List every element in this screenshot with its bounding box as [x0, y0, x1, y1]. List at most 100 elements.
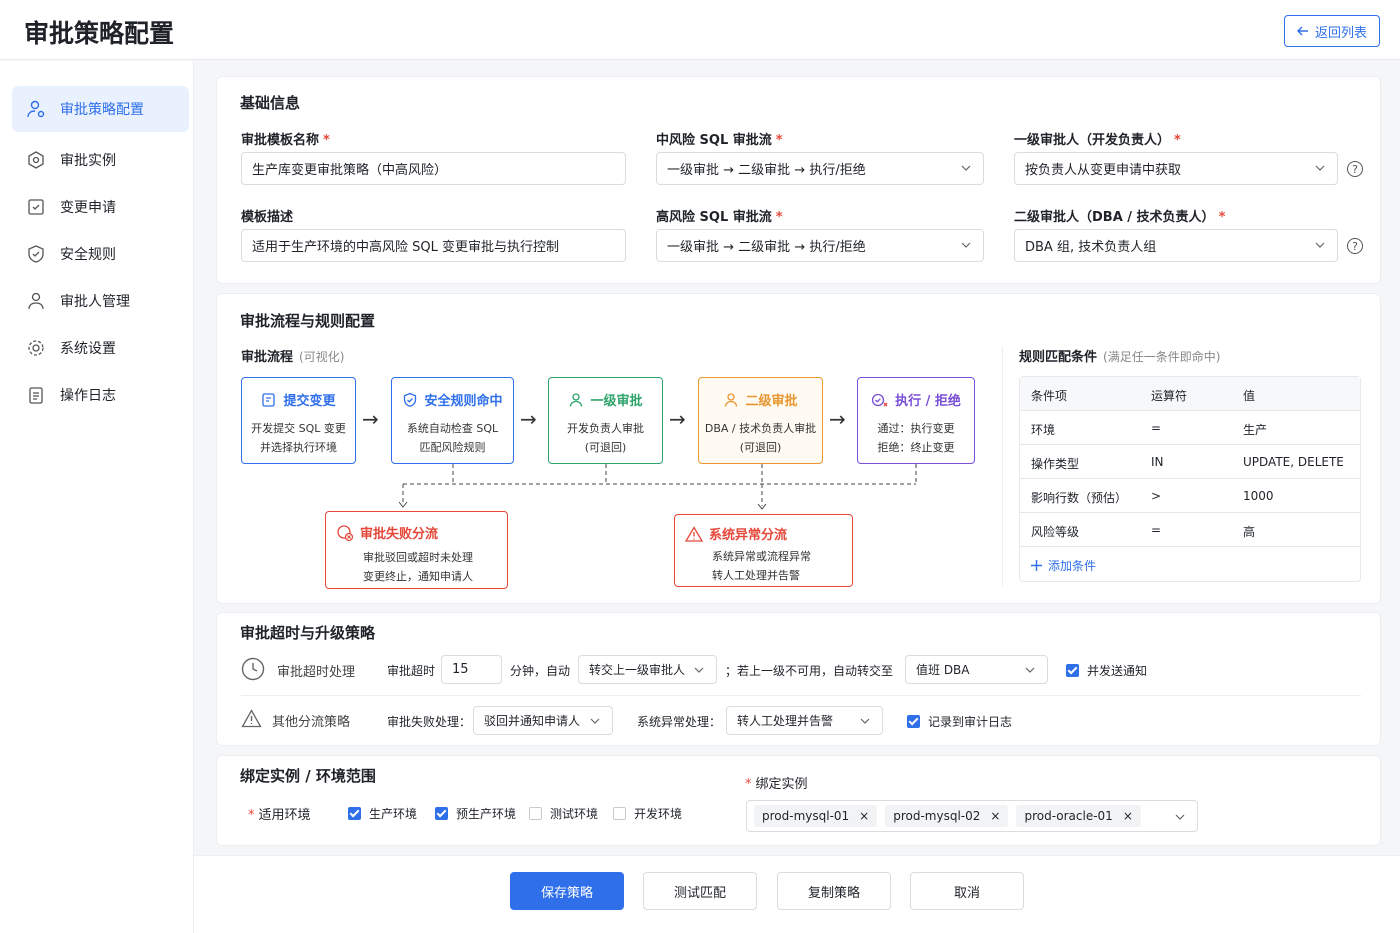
template-desc-textarea[interactable]: 适用于生产环境的中高风险 SQL 变更审批与执行控制: [241, 229, 626, 262]
sidebar-item-label: 变更申请: [60, 200, 116, 216]
chevron-down-icon: [961, 165, 971, 171]
add-condition-button[interactable]: 添加条件: [1031, 557, 1096, 574]
audit-log-checkbox[interactable]: 记录到审计日志: [907, 713, 1012, 730]
env-checkbox-preprod[interactable]: 预生产环境: [435, 805, 516, 822]
clipboard-icon: [29, 387, 43, 404]
shield-icon: [28, 245, 44, 263]
gear-hex-icon: [28, 151, 44, 169]
cancel-button[interactable]: 取消: [910, 872, 1024, 910]
fail-handle-value: 驳回并通知申请人: [484, 714, 581, 728]
timeout-action-value: 转交上一级审批人: [589, 663, 686, 677]
error-handle-value: 转人工处理并告警: [737, 714, 834, 728]
level2-approver-label: 二级审批人（DBA / 技术负责人） *: [1014, 210, 1226, 225]
template-name-input[interactable]: 生产库变更审批策略（中高风险）: [241, 152, 626, 185]
env-checkbox-test[interactable]: 测试环境: [529, 805, 598, 822]
flow-config-card: 审批流程与规则配置 审批流程 (可视化) 提交变更 开发提交 SQL 变更 并选择…: [216, 293, 1381, 604]
rule-operator: IN: [1151, 455, 1164, 469]
env-label: * 适用环境: [248, 808, 311, 823]
timeout-minutes-input[interactable]: 15: [441, 655, 502, 684]
chevron-down-icon: [1175, 814, 1185, 820]
rule-field: 影响行数（预估）: [1031, 491, 1128, 505]
user-settings-icon: [27, 100, 45, 118]
sidebar-item-approval-instances[interactable]: 审批实例: [12, 137, 189, 183]
error-handle-select[interactable]: 转人工处理并告警: [726, 706, 883, 735]
save-policy-button[interactable]: 保存策略: [510, 872, 624, 910]
sidebar-item-security-rules[interactable]: 安全规则: [12, 231, 189, 277]
fail-branch-node[interactable]: 审批失败分流 审批驳回或超时未处理 变更终止，通知申请人: [325, 511, 508, 589]
high-flow-label: 高风险 SQL 审批流 *: [656, 210, 783, 225]
basic-info-title: 基础信息: [240, 94, 301, 112]
level1-approver-select[interactable]: 按负责人从变更申请中获取: [1014, 152, 1338, 185]
sidebar-item-operation-log[interactable]: 操作日志: [12, 372, 189, 418]
table-row[interactable]: 风险等级 = 高: [1020, 513, 1360, 547]
instance-tag-label: prod-mysql-01: [762, 809, 850, 823]
fallback-value: 值班 DBA: [916, 663, 970, 677]
sidebar-item-change-request[interactable]: 变更申请: [12, 184, 189, 230]
fail-branch-desc: 审批驳回或超时未处理: [363, 551, 473, 564]
minutes-auto-text: 分钟，自动: [510, 664, 571, 678]
fallback-text: ；若上一级不可用，自动转交至: [725, 664, 894, 678]
warning-icon: [685, 525, 703, 542]
table-row[interactable]: 操作类型 IN UPDATE, DELETE: [1020, 445, 1360, 479]
close-icon[interactable]: ×: [1123, 809, 1133, 823]
help-icon[interactable]: ?: [1347, 238, 1363, 254]
level2-approver-select[interactable]: DBA 组, 技术负责人组: [1014, 229, 1338, 262]
table-row[interactable]: 环境 = 生产: [1020, 411, 1360, 445]
error-branch-node[interactable]: 系统异常分流 系统异常或流程异常 转人工处理并告警: [674, 514, 853, 587]
instance-tag-label: prod-oracle-01: [1024, 809, 1113, 823]
sidebar-item-approver-management[interactable]: 审批人管理: [12, 278, 189, 324]
bind-scope-card: 绑定实例 / 环境范围 * 适用环境 生产环境 预生产环境 测试环境 开发环境 *…: [216, 755, 1381, 846]
person-icon: [28, 292, 44, 310]
template-desc-label: 模板描述: [241, 210, 294, 225]
instance-tag-label: prod-mysql-02: [893, 809, 981, 823]
warning-icon: [241, 709, 262, 728]
rule-value: 生产: [1243, 423, 1268, 437]
env-checkbox-prod[interactable]: 生产环境: [348, 805, 417, 822]
column-header-operator: 运算符: [1151, 389, 1188, 403]
copy-policy-button[interactable]: 复制策略: [777, 872, 891, 910]
checkbox-unchecked-icon: [613, 807, 626, 820]
mid-flow-label: 中风险 SQL 审批流 *: [656, 133, 783, 148]
plus-icon: [1031, 560, 1042, 571]
high-flow-select[interactable]: 一级审批 → 二级审批 → 执行/拒绝: [656, 229, 984, 262]
back-to-list-button[interactable]: 返回列表: [1284, 15, 1380, 47]
timeout-handle-label: 审批超时处理: [277, 665, 356, 680]
fallback-select[interactable]: 值班 DBA: [905, 655, 1048, 684]
rule-value: 1000: [1243, 489, 1274, 503]
table-row[interactable]: 影响行数（预估） > 1000: [1020, 479, 1360, 513]
notify-checkbox[interactable]: 并发送通知: [1066, 662, 1147, 679]
row-divider: [241, 695, 1361, 696]
help-icon[interactable]: ?: [1347, 161, 1363, 177]
fail-handle-select[interactable]: 驳回并通知申请人: [473, 706, 613, 735]
chevron-down-icon: [1315, 242, 1325, 248]
env-checkbox-dev[interactable]: 开发环境: [613, 805, 682, 822]
close-icon[interactable]: ×: [990, 809, 1000, 823]
sidebar-item-system-settings[interactable]: 系统设置: [12, 325, 189, 371]
error-branch-desc: 转人工处理并告警: [712, 569, 800, 582]
test-match-button[interactable]: 测试匹配: [643, 872, 757, 910]
mid-flow-select[interactable]: 一级审批 → 二级审批 → 执行/拒绝: [656, 152, 984, 185]
fail-handle-label: 审批失败处理：: [387, 715, 472, 729]
rule-operator: =: [1151, 421, 1162, 435]
close-icon[interactable]: ×: [859, 809, 869, 823]
rule-operator: >: [1151, 489, 1162, 503]
checkbox-unchecked-icon: [529, 807, 542, 820]
notify-label: 并发送通知: [1087, 664, 1148, 678]
chevron-down-icon: [860, 718, 870, 724]
rule-value: 高: [1243, 525, 1256, 539]
arrow-left-icon: [1296, 26, 1308, 36]
checkbox-checked-icon: [348, 807, 361, 820]
column-header-field: 条件项: [1031, 389, 1068, 403]
timeout-prefix: 审批超时: [387, 664, 436, 678]
audit-log-label: 记录到审计日志: [928, 715, 1013, 729]
rule-field: 环境: [1031, 423, 1056, 437]
other-strategy-label: 其他分流策略: [272, 715, 351, 730]
sidebar-item-approval-policy[interactable]: 审批策略配置: [12, 86, 189, 132]
timeout-action-select[interactable]: 转交上一级审批人: [578, 655, 717, 684]
sidebar-item-label: 审批策略配置: [60, 102, 144, 118]
env-label-test: 测试环境: [550, 807, 599, 821]
rules-table: 条件项 运算符 值 环境 = 生产 操作类型 IN UPDATE, DELETE…: [1019, 376, 1361, 582]
template-name-label: 审批模板名称 *: [241, 133, 330, 148]
instance-multiselect[interactable]: prod-mysql-01 × prod-mysql-02 × prod-oracl…: [746, 800, 1198, 832]
error-branch-title: 系统异常分流: [709, 528, 788, 543]
